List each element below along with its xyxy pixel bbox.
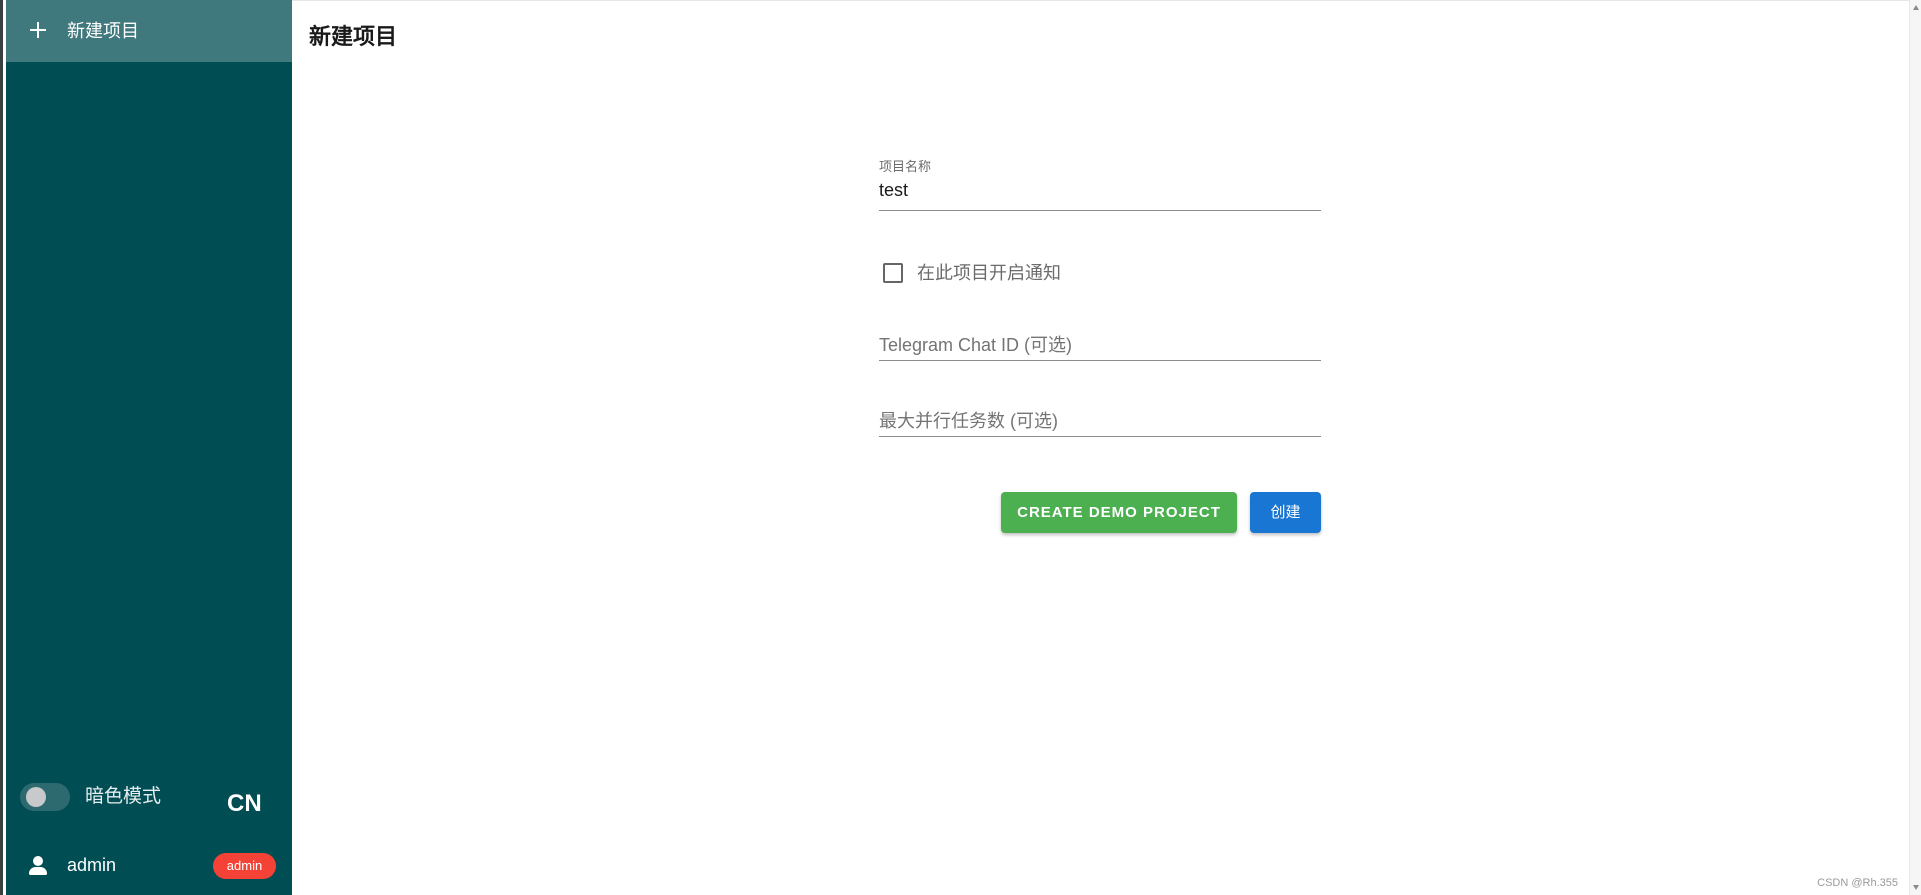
scrollbar[interactable] xyxy=(1909,0,1921,895)
sidebar-item-new-project[interactable]: 新建项目 xyxy=(6,0,292,62)
dark-mode-label: 暗色模式 xyxy=(85,786,162,807)
app-window: 新建项目 暗色模式 CN admin admin 新建项目 项目名称 test … xyxy=(0,0,1921,895)
project-name-label: 项目名称 xyxy=(879,159,932,174)
language-switch-button[interactable]: CN xyxy=(227,790,262,818)
sidebar-item-label: 新建项目 xyxy=(67,21,139,41)
plus-icon xyxy=(28,20,48,40)
page-title: 新建项目 xyxy=(309,24,398,49)
notify-checkbox-label: 在此项目开启通知 xyxy=(917,263,1061,283)
create-demo-project-button[interactable]: CREATE DEMO PROJECT xyxy=(1001,492,1237,533)
project-name-value: test xyxy=(879,180,909,200)
toggle-thumb xyxy=(26,787,46,807)
user-menu[interactable]: admin admin xyxy=(6,845,292,885)
scroll-up-arrow-icon[interactable] xyxy=(1913,5,1919,10)
dark-mode-toggle[interactable] xyxy=(18,781,71,813)
notify-checkbox-row[interactable]: 在此项目开启通知 xyxy=(879,256,1321,288)
scroll-down-arrow-icon[interactable] xyxy=(1913,885,1919,890)
max-parallel-tasks-input[interactable] xyxy=(879,397,1321,437)
user-name: admin xyxy=(67,855,117,875)
sidebar: 新建项目 暗色模式 CN admin admin xyxy=(6,0,292,895)
telegram-chat-id-input[interactable] xyxy=(879,321,1321,361)
user-icon xyxy=(27,855,49,877)
watermark: CSDN @Rh.355 xyxy=(1817,877,1898,889)
project-name-field[interactable]: 项目名称 test xyxy=(879,159,1321,211)
create-button[interactable]: 创建 xyxy=(1250,492,1321,533)
main-content: 新建项目 项目名称 test 在此项目开启通知 CREATE DEMO PROJ… xyxy=(292,0,1912,895)
notify-checkbox[interactable] xyxy=(883,263,903,283)
role-badge: admin xyxy=(213,853,276,879)
